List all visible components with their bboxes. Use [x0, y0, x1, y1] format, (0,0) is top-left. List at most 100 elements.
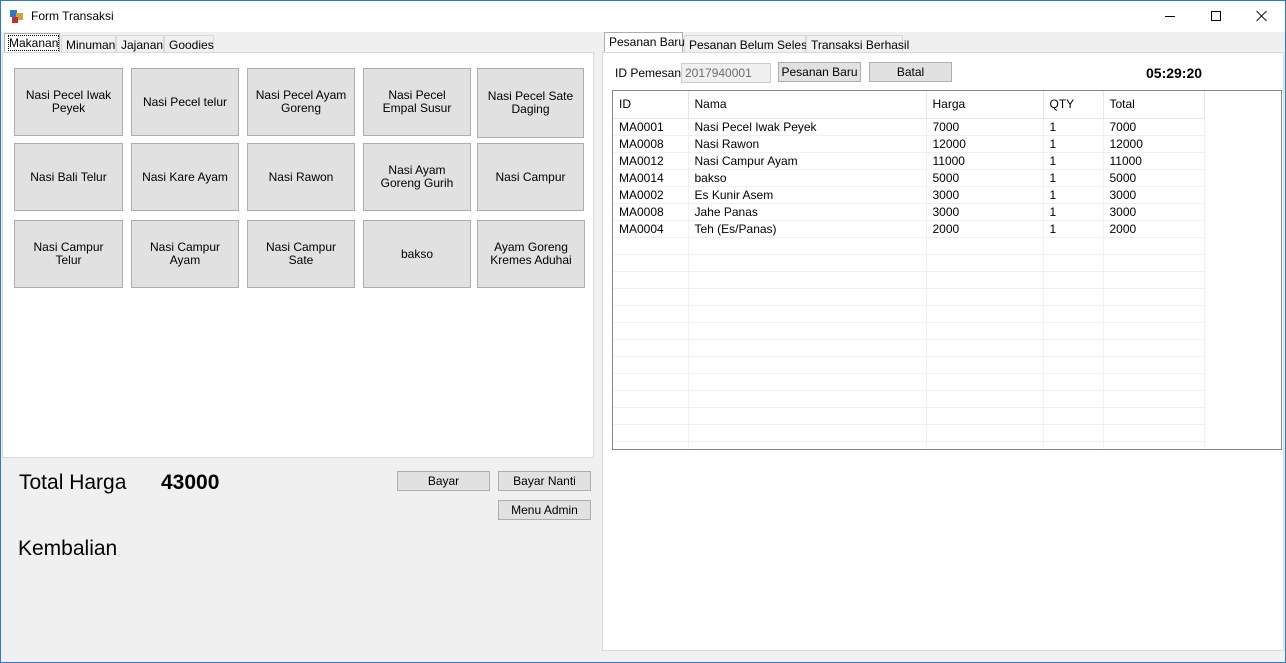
tab-label: Minuman	[66, 38, 116, 52]
cell: 2000	[1103, 220, 1205, 238]
menu-item-button[interactable]: Nasi Pecel Iwak Peyek	[14, 68, 123, 136]
title-bar[interactable]: Form Transaksi	[1, 1, 1285, 32]
cell: MA0001	[613, 118, 689, 136]
column-header-harga[interactable]: Harga	[926, 91, 1044, 119]
grid-header-row: ID Nama Harga QTY Total	[613, 91, 1205, 119]
tab-goodies[interactable]: Goodies	[164, 35, 214, 53]
cell: Teh (Es/Panas)	[688, 220, 927, 238]
cell: 3000	[1103, 203, 1205, 221]
menu-item-button[interactable]: Nasi Bali Telur	[14, 143, 123, 211]
tab-label: Pesanan Belum Selesai	[689, 38, 817, 52]
id-pemesan-field[interactable]: 2017940001	[681, 63, 771, 83]
empty-row	[613, 441, 1205, 449]
cell: MA0004	[613, 220, 689, 238]
cell: 7000	[1103, 118, 1205, 136]
menu-item-button[interactable]: Nasi Pecel Ayam Goreng	[247, 68, 355, 136]
menu-item-button[interactable]: Nasi Campur Telur	[14, 220, 123, 288]
cell: 5000	[926, 169, 1044, 187]
empty-row	[613, 305, 1205, 323]
cell: Nasi Campur Ayam	[688, 152, 927, 170]
column-header-total[interactable]: Total	[1103, 91, 1205, 119]
minimize-button[interactable]	[1147, 1, 1193, 31]
tab-makanan[interactable]: Makanan	[4, 33, 60, 54]
cell: Jahe Panas	[688, 203, 927, 221]
menu-admin-button[interactable]: Menu Admin	[498, 500, 591, 520]
menu-item-button[interactable]: Nasi Pecel telur	[131, 68, 239, 136]
maximize-button[interactable]	[1193, 1, 1239, 31]
menu-item-button[interactable]: Nasi Campur	[477, 143, 584, 211]
kembalian-label: Kembalian	[18, 537, 118, 560]
tab-minuman[interactable]: Minuman	[61, 35, 116, 53]
close-icon	[1256, 10, 1268, 22]
app-icon	[10, 10, 23, 23]
table-row[interactable]: MA0008 Jahe Panas 3000 1 3000	[613, 203, 1205, 221]
empty-row	[613, 322, 1205, 340]
window-title: Form Transaksi	[31, 9, 114, 23]
maximize-icon	[1211, 11, 1221, 21]
menu-item-button[interactable]: Nasi Ayam Goreng Gurih	[363, 143, 471, 211]
cell: 11000	[1103, 152, 1205, 170]
menu-item-button[interactable]: Nasi Rawon	[247, 143, 355, 211]
table-row[interactable]: MA0014 bakso 5000 1 5000	[613, 169, 1205, 187]
column-header-nama[interactable]: Nama	[688, 91, 927, 119]
empty-row	[613, 254, 1205, 272]
cell: 1	[1043, 135, 1104, 153]
empty-row	[613, 288, 1205, 306]
tab-label: Makanan	[7, 35, 60, 51]
tab-pesanan-baru[interactable]: Pesanan Baru	[604, 32, 686, 53]
menu-item-button[interactable]: Nasi Pecel Empal Susur	[363, 68, 471, 136]
empty-row	[613, 390, 1205, 408]
cell: 1	[1043, 152, 1104, 170]
cell: 5000	[1103, 169, 1205, 187]
table-row[interactable]: MA0012 Nasi Campur Ayam 11000 1 11000	[613, 152, 1205, 170]
cell: 1	[1043, 220, 1104, 238]
clock-label: 05:29:20	[1146, 65, 1203, 81]
table-row[interactable]: MA0001 Nasi Pecel Iwak Peyek 7000 1 7000	[613, 118, 1205, 136]
column-header-qty[interactable]: QTY	[1043, 91, 1104, 119]
empty-row	[613, 356, 1205, 374]
empty-row	[613, 373, 1205, 391]
empty-row	[613, 407, 1205, 425]
bayar-nanti-button[interactable]: Bayar Nanti	[498, 471, 591, 491]
batal-button[interactable]: Batal	[869, 62, 952, 82]
form-transaksi-window: Form Transaksi Makanan Minuman Jajanan G…	[0, 0, 1286, 663]
total-harga-label: Total Harga	[19, 471, 127, 494]
cell: Es Kunir Asem	[688, 186, 927, 204]
cell: Nasi Pecel Iwak Peyek	[688, 118, 927, 136]
cell: MA0014	[613, 169, 689, 187]
cell: 12000	[926, 135, 1044, 153]
table-row[interactable]: MA0008 Nasi Rawon 12000 1 12000	[613, 135, 1205, 153]
tab-pesanan-belum-selesai[interactable]: Pesanan Belum Selesai	[684, 35, 816, 53]
id-pemesan-label: ID Pemesan	[615, 66, 682, 80]
table-row[interactable]: MA0004 Teh (Es/Panas) 2000 1 2000	[613, 220, 1205, 238]
cell: 1	[1043, 118, 1104, 136]
tab-transaksi-berhasil[interactable]: Transaksi Berhasil	[806, 35, 909, 53]
cell: 3000	[1103, 186, 1205, 204]
empty-row	[613, 271, 1205, 289]
menu-item-button[interactable]: Nasi Kare Ayam	[131, 143, 239, 211]
column-header-id[interactable]: ID	[613, 91, 689, 119]
cell: 12000	[1103, 135, 1205, 153]
minimize-icon	[1165, 15, 1175, 17]
tab-label: Jajanan	[121, 38, 164, 52]
tab-label: Pesanan Baru	[609, 35, 686, 49]
menu-item-button[interactable]: Nasi Pecel Sate Daging	[477, 68, 584, 138]
menu-item-button[interactable]: Ayam Goreng Kremes Aduhai	[477, 220, 585, 288]
order-grid[interactable]: ID Nama Harga QTY Total MA0001 Nasi Pecel…	[612, 90, 1282, 450]
pesanan-baru-button[interactable]: Pesanan Baru	[778, 62, 861, 82]
cell: 1	[1043, 186, 1104, 204]
cell: MA0012	[613, 152, 689, 170]
menu-item-button[interactable]: Nasi Campur Sate	[247, 220, 355, 288]
bayar-button[interactable]: Bayar	[397, 471, 490, 491]
cell: 11000	[926, 152, 1044, 170]
cell: Nasi Rawon	[688, 135, 927, 153]
tab-jajanan[interactable]: Jajanan	[116, 35, 164, 53]
cell: bakso	[688, 169, 927, 187]
table-row[interactable]: MA0002 Es Kunir Asem 3000 1 3000	[613, 186, 1205, 204]
close-button[interactable]	[1239, 1, 1285, 31]
menu-item-button[interactable]: bakso	[363, 220, 471, 288]
menu-item-button[interactable]: Nasi Campur Ayam	[131, 220, 239, 288]
cell: 7000	[926, 118, 1044, 136]
cell: 2000	[926, 220, 1044, 238]
empty-row	[613, 339, 1205, 357]
